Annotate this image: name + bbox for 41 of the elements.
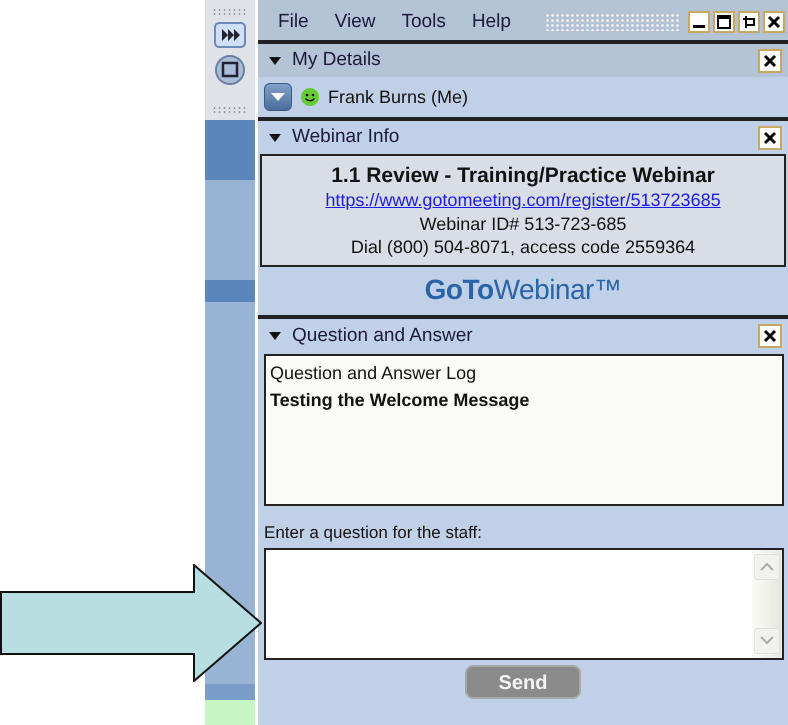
dial-in-info: Dial (800) 504-8071, access code 2559364: [350, 236, 696, 260]
window-icon[interactable]: [214, 54, 246, 86]
smiley-icon: [300, 87, 320, 107]
toolbar-grip[interactable]: [544, 13, 680, 31]
close-icon: [762, 52, 778, 68]
maximize-button[interactable]: [713, 11, 735, 33]
down-chevron-icon: [760, 636, 774, 646]
minimize-icon: [693, 24, 705, 28]
menu-item[interactable]: Tools: [401, 8, 458, 36]
maximize-icon: [717, 15, 731, 29]
collapse-triangle-icon[interactable]: [268, 54, 282, 66]
collapse-triangle-icon[interactable]: [268, 330, 282, 342]
collapse-triangle-icon[interactable]: [268, 132, 282, 144]
log-entry: Testing the Welcome Message: [270, 388, 530, 412]
up-chevron-icon: [760, 562, 774, 572]
log-entry: Question and Answer Log: [270, 362, 478, 386]
close-icon: [766, 14, 782, 30]
section-title: Question and Answer: [292, 324, 473, 348]
webinar-title: 1.1 Review - Training/Practice Webinar: [330, 163, 716, 189]
close-button[interactable]: [763, 11, 785, 33]
close-icon: [762, 130, 778, 146]
webinar-id: Webinar ID# 513-723-685: [418, 212, 628, 236]
menu-item[interactable]: View: [334, 8, 388, 36]
close-button[interactable]: [758, 324, 782, 348]
close-icon: [762, 328, 778, 344]
menu-item[interactable]: Help: [472, 8, 523, 36]
registration-link[interactable]: https://www.gotomeeting.com/register/513723685: [325, 190, 721, 210]
dropdown-button[interactable]: [264, 83, 292, 111]
caret-icon: [270, 92, 286, 102]
attendee-name: Frank Burns (Me): [328, 86, 468, 109]
close-button[interactable]: [758, 48, 782, 72]
fast-forward-icon[interactable]: [214, 22, 246, 48]
field-label: Enter a question for the staff:: [263, 522, 483, 544]
section-title: Webinar Info: [292, 125, 400, 150]
minimize-button[interactable]: [688, 11, 710, 33]
undock-button[interactable]: [738, 11, 760, 33]
close-button[interactable]: [758, 126, 782, 150]
menu-item[interactable]: File: [278, 8, 321, 36]
undock-icon: [742, 15, 756, 29]
section-title: My Details: [292, 48, 381, 72]
logo-text: GoToWebinar™: [424, 274, 622, 306]
